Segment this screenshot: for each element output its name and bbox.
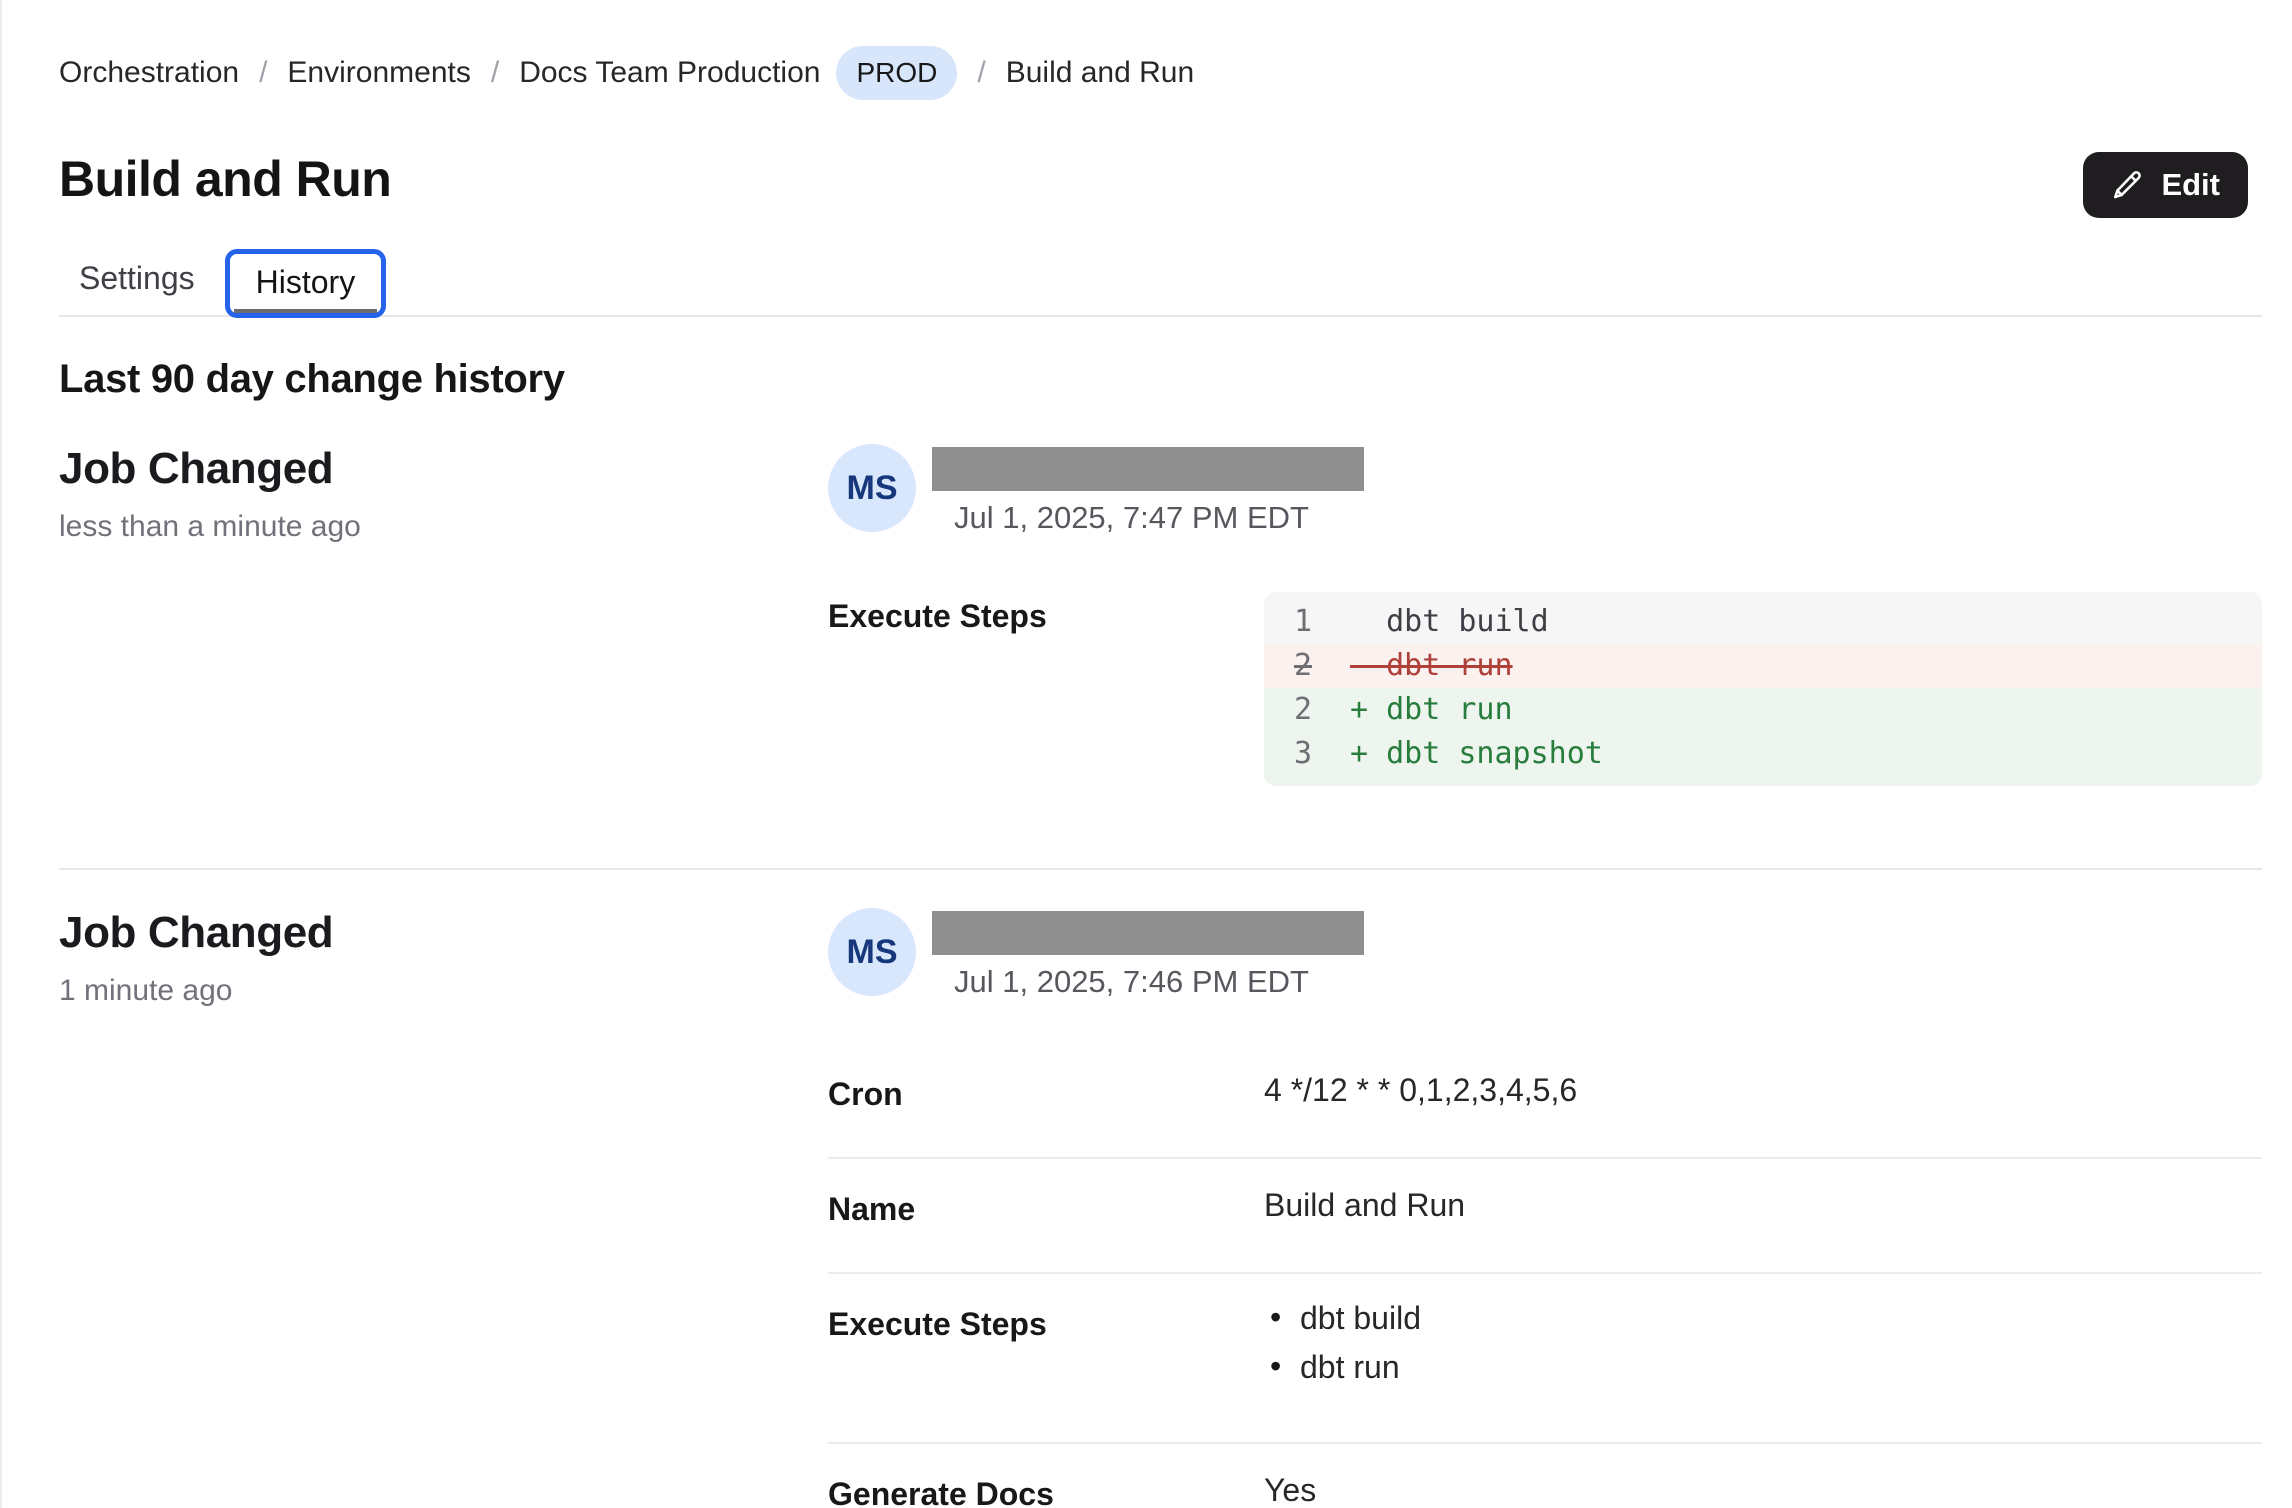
breadcrumb-current-job: Build and Run: [1006, 51, 1194, 95]
breadcrumb-separator: /: [491, 51, 499, 95]
entry-summary: Job Changed 1 minute ago: [59, 908, 828, 1508]
diff-line-number: 3: [1294, 732, 1350, 776]
field-value: 4 */12 * * 0,1,2,3,4,5,6: [1264, 1070, 2262, 1113]
field-value: Yes: [1264, 1470, 2262, 1508]
entry-details: MS Jul 1, 2025, 7:46 PM EDT Cron 4 */12 …: [828, 908, 2262, 1508]
breadcrumb: Orchestration / Environments / Docs Team…: [59, 46, 2262, 100]
breadcrumb-separator: /: [259, 51, 267, 95]
diff-line-context: 1 dbt build: [1264, 592, 2262, 644]
history-entry: Job Changed less than a minute ago MS Ju…: [59, 402, 2262, 786]
list-item: dbt build: [1264, 1300, 2262, 1337]
tab-history-active-ring: History: [225, 249, 387, 318]
change-timestamp: Jul 1, 2025, 7:47 PM EDT: [932, 500, 1364, 536]
edit-button[interactable]: Edit: [2083, 152, 2248, 218]
execute-steps-list: dbt build dbt run: [1264, 1300, 2262, 1398]
breadcrumb-separator: /: [977, 51, 985, 95]
entry-title: Job Changed: [59, 908, 828, 958]
field-label: Name: [828, 1185, 1264, 1228]
redacted-author-name: [932, 447, 1364, 491]
avatar: MS: [828, 444, 916, 532]
field-label: Execute Steps: [828, 592, 1264, 786]
tab-bar: Settings History: [59, 246, 2262, 317]
diff-line-added: 3 + dbt snapshot: [1264, 732, 2262, 786]
diff-line-number: 1: [1294, 600, 1350, 644]
breadcrumb-orchestration[interactable]: Orchestration: [59, 51, 239, 95]
execute-steps-diff: 1 dbt build 2 - dbt run 2 + dbt run 3 + …: [1264, 592, 2262, 786]
diff-line-removed: 2 - dbt run: [1264, 644, 2262, 688]
author-meta: Jul 1, 2025, 7:46 PM EDT: [932, 908, 1364, 1000]
field-label: Cron: [828, 1070, 1264, 1113]
entry-title: Job Changed: [59, 444, 828, 494]
field-row-generate-docs: Generate Docs Yes: [828, 1444, 2262, 1508]
history-entry: Job Changed 1 minute ago MS Jul 1, 2025,…: [59, 870, 2262, 1508]
title-row: Build and Run Edit: [59, 150, 2262, 218]
redacted-author-name: [932, 911, 1364, 955]
author-meta: Jul 1, 2025, 7:47 PM EDT: [932, 444, 1364, 536]
field-row-execute-steps: Execute Steps dbt build dbt run: [828, 1274, 2262, 1444]
diff-line-added: 2 + dbt run: [1264, 688, 2262, 732]
entry-relative-time: 1 minute ago: [59, 974, 828, 1008]
diff-line-number: 2: [1294, 644, 1350, 688]
breadcrumb-environments[interactable]: Environments: [287, 51, 470, 95]
environment-prod-badge: PROD: [836, 46, 957, 100]
job-history-page: Orchestration / Environments / Docs Team…: [2, 0, 2292, 1508]
field-value: Build and Run: [1264, 1185, 2262, 1228]
diff-code: + dbt run: [1350, 688, 1513, 732]
diff-code: + dbt snapshot: [1350, 732, 1603, 776]
change-timestamp: Jul 1, 2025, 7:46 PM EDT: [932, 964, 1364, 1000]
tab-settings[interactable]: Settings: [75, 246, 199, 315]
change-history-heading: Last 90 day change history: [59, 357, 2262, 402]
avatar: MS: [828, 908, 916, 996]
list-item: dbt run: [1264, 1349, 2262, 1386]
tab-history[interactable]: History: [230, 254, 382, 313]
entry-details: MS Jul 1, 2025, 7:47 PM EDT Execute Step…: [828, 444, 2262, 786]
execute-steps-diff-row: Execute Steps 1 dbt build 2 - dbt run 2 …: [828, 592, 2262, 786]
field-label: Execute Steps: [828, 1300, 1264, 1398]
field-row-name: Name Build and Run: [828, 1159, 2262, 1274]
entry-summary: Job Changed less than a minute ago: [59, 444, 828, 786]
diff-code: dbt build: [1350, 600, 1549, 644]
author-row: MS Jul 1, 2025, 7:46 PM EDT: [828, 908, 2262, 1000]
page-title: Build and Run: [59, 150, 391, 208]
author-row: MS Jul 1, 2025, 7:47 PM EDT: [828, 444, 2262, 536]
pencil-icon: [2111, 168, 2145, 202]
edit-button-label: Edit: [2161, 167, 2220, 203]
field-row-cron: Cron 4 */12 * * 0,1,2,3,4,5,6: [828, 1070, 2262, 1159]
diff-line-number: 2: [1294, 688, 1350, 732]
field-label: Generate Docs: [828, 1470, 1264, 1508]
diff-code: - dbt run: [1350, 644, 1513, 688]
breadcrumb-environment-name[interactable]: Docs Team Production: [519, 51, 820, 95]
entry-relative-time: less than a minute ago: [59, 510, 828, 544]
changed-fields-table: Cron 4 */12 * * 0,1,2,3,4,5,6 Name Build…: [828, 1070, 2262, 1508]
